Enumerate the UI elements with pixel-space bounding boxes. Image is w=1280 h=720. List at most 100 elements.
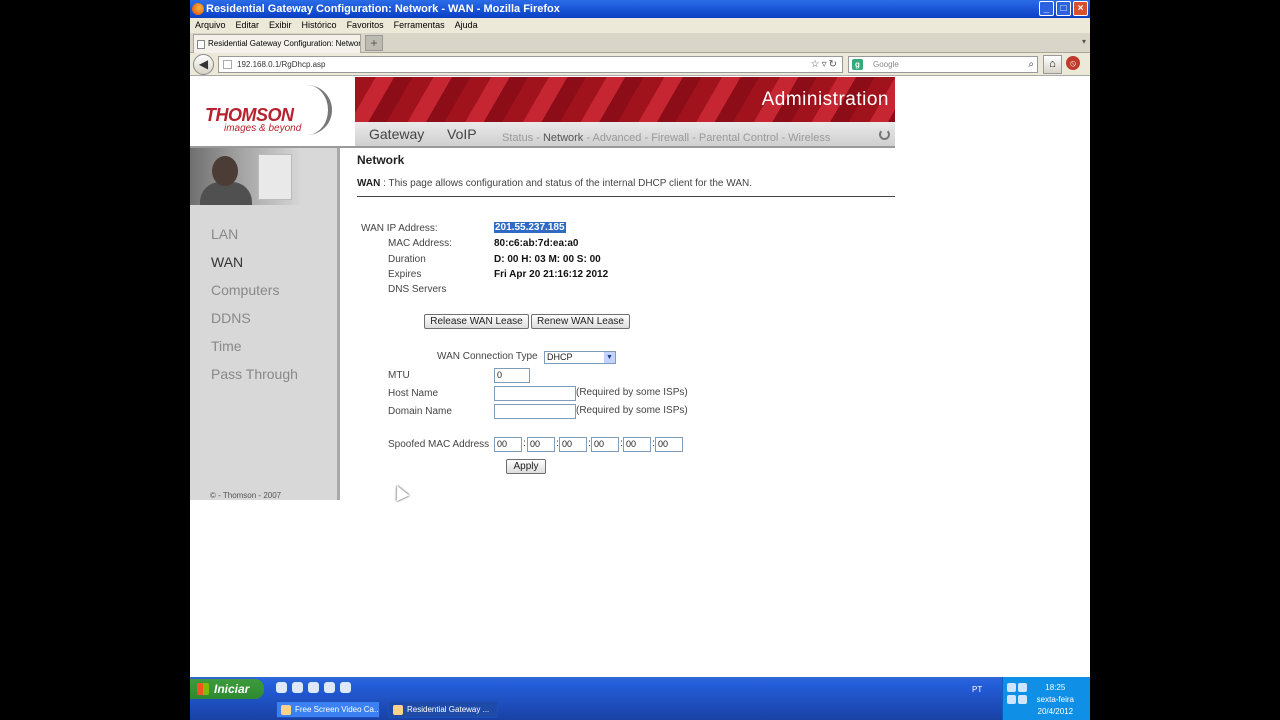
close-button[interactable]: × [1073, 1, 1088, 16]
sidebar-photo [190, 148, 302, 205]
photo-window [258, 154, 292, 200]
search-icon[interactable]: ⌕ [1028, 57, 1034, 72]
quick-launch-icon[interactable] [324, 682, 335, 693]
release-wan-lease-button[interactable]: Release WAN Lease [424, 314, 529, 329]
firefox-icon [393, 705, 403, 715]
description-text: : This page allows configuration and sta… [380, 178, 753, 189]
window-title: Residential Gateway Configuration: Netwo… [206, 3, 560, 15]
taskbar-item-screen-video[interactable]: Free Screen Video Ca... [276, 701, 380, 718]
tab-list-chevron-icon[interactable]: ▾ [1082, 37, 1086, 46]
site-identity-icon[interactable] [223, 60, 232, 69]
expires-value: Fri Apr 20 21:16:12 2012 [494, 269, 609, 280]
sidebar-item-ddns[interactable]: DDNS [211, 310, 251, 326]
search-engine-icon[interactable]: g [852, 59, 863, 70]
new-tab-button[interactable]: + [365, 35, 383, 51]
tray-icon[interactable] [1007, 695, 1016, 704]
start-label: Iniciar [214, 682, 250, 696]
domain-name-note: (Required by some ISPs) [576, 405, 688, 416]
start-button[interactable]: Iniciar [190, 679, 264, 699]
search-bar[interactable]: g Google ⌕ [848, 56, 1038, 73]
taskbar-item-label: Free Screen Video Ca... [295, 705, 380, 714]
minimize-button[interactable]: _ [1039, 1, 1054, 16]
page-title: Network [357, 153, 405, 167]
system-tray: 18:25 sexta-feira 20/4/2012 [1002, 677, 1090, 720]
wan-ip-label: WAN IP Address: [361, 223, 438, 234]
divider [357, 196, 895, 197]
quick-launch [276, 682, 351, 693]
subnav-network[interactable]: Network [543, 132, 583, 144]
section-name: WAN [357, 178, 381, 189]
clock-date: 20/4/2012 [1037, 707, 1074, 716]
spoofed-mac-octet-5[interactable]: 00 [623, 437, 651, 452]
wan-ip-value: 201.55.237.185 [494, 222, 566, 233]
sidebar-item-time[interactable]: Time [211, 338, 242, 354]
quick-launch-icon[interactable] [292, 682, 303, 693]
url-text: 192.168.0.1/RgDhcp.asp [237, 60, 326, 69]
refresh-icon[interactable] [879, 129, 890, 140]
connection-type-select[interactable]: DHCP ▼ [544, 351, 616, 364]
chevron-down-icon[interactable]: ▼ [604, 352, 615, 363]
tab-voip[interactable]: VoIP [447, 126, 477, 142]
menu-editar[interactable]: Editar [236, 18, 260, 33]
tray-icon[interactable] [1018, 683, 1027, 692]
tab-strip: Residential Gateway Configuration: Netwo… [190, 33, 1090, 53]
sub-navigation: Status - Network - Advanced - Firewall -… [502, 132, 831, 144]
spoofed-mac-octet-2[interactable]: 00 [527, 437, 555, 452]
tray-icon[interactable] [1007, 683, 1016, 692]
apply-button[interactable]: Apply [506, 459, 546, 474]
clock[interactable]: 18:25 sexta-feira 20/4/2012 [1037, 682, 1074, 718]
navigation-toolbar: ◀ 192.168.0.1/RgDhcp.asp ☆▿↻ g Google ⌕ … [190, 53, 1090, 76]
taskbar-item-firefox[interactable]: Residential Gateway ... [388, 701, 498, 718]
renew-wan-lease-button[interactable]: Renew WAN Lease [531, 314, 630, 329]
mtu-input[interactable]: 0 [494, 368, 530, 383]
tab-gateway[interactable]: Gateway [369, 126, 424, 142]
mac-address-label: MAC Address: [388, 238, 452, 249]
tab-label: Residential Gateway Configuration: Netwo… [208, 39, 361, 48]
mac-address-value: 80:c6:ab:7d:ea:a0 [494, 238, 579, 249]
subnav-advanced[interactable]: Advanced [592, 132, 641, 144]
subnav-firewall[interactable]: Firewall [651, 132, 689, 144]
quick-launch-icon[interactable] [276, 682, 287, 693]
subnav-status[interactable]: Status [502, 132, 533, 144]
browser-tab[interactable]: Residential Gateway Configuration: Netwo… [193, 34, 361, 53]
firefox-icon [192, 3, 204, 15]
tray-icon[interactable] [1018, 695, 1027, 704]
domain-name-input[interactable] [494, 404, 576, 419]
photo-person-head [212, 156, 238, 186]
spoofed-mac-octet-3[interactable]: 00 [559, 437, 587, 452]
menu-historico[interactable]: Histórico [302, 18, 337, 33]
dns-servers-label: DNS Servers [388, 284, 447, 295]
subnav-wireless[interactable]: Wireless [788, 132, 830, 144]
menu-bar: Arquivo Editar Exibir Histórico Favorito… [190, 18, 1090, 33]
sidebar-item-lan[interactable]: LAN [211, 226, 238, 242]
back-button[interactable]: ◀ [193, 54, 214, 75]
menu-arquivo[interactable]: Arquivo [195, 18, 226, 33]
language-indicator[interactable]: PT [972, 685, 982, 694]
spoofed-mac-octet-4[interactable]: 00 [591, 437, 619, 452]
clock-weekday: sexta-feira [1036, 695, 1074, 704]
stop-icon[interactable]: ⦸ [1066, 56, 1080, 70]
subnav-parental-control[interactable]: Parental Control [699, 132, 779, 144]
spoofed-mac-octet-1[interactable]: 00 [494, 437, 522, 452]
sidebar-item-computers[interactable]: Computers [211, 282, 279, 298]
app-icon [281, 705, 291, 715]
host-name-input[interactable] [494, 386, 576, 401]
quick-launch-icon[interactable] [340, 682, 351, 693]
menu-ferramentas[interactable]: Ferramentas [394, 18, 445, 33]
logo-tagline: images & beyond [224, 123, 302, 134]
maximize-button[interactable]: □ [1056, 1, 1071, 16]
spoofed-mac-octet-6[interactable]: 00 [655, 437, 683, 452]
home-button[interactable]: ⌂ [1043, 55, 1062, 74]
menu-exibir[interactable]: Exibir [269, 18, 292, 33]
duration-value: D: 00 H: 03 M: 00 S: 00 [494, 254, 601, 265]
quick-launch-icon[interactable] [308, 682, 319, 693]
windows-flag-icon [197, 683, 209, 695]
host-name-note: (Required by some ISPs) [576, 387, 688, 398]
bookmark-star-icon[interactable]: ☆▿↻ [811, 57, 839, 72]
url-bar[interactable]: 192.168.0.1/RgDhcp.asp ☆▿↻ [218, 56, 843, 73]
sidebar-item-pass-through[interactable]: Pass Through [211, 366, 298, 382]
sidebar-item-wan[interactable]: WAN [211, 254, 243, 270]
menu-favoritos[interactable]: Favoritos [347, 18, 384, 33]
thomson-logo: THOMSON images & beyond [190, 77, 355, 148]
menu-ajuda[interactable]: Ajuda [455, 18, 478, 33]
